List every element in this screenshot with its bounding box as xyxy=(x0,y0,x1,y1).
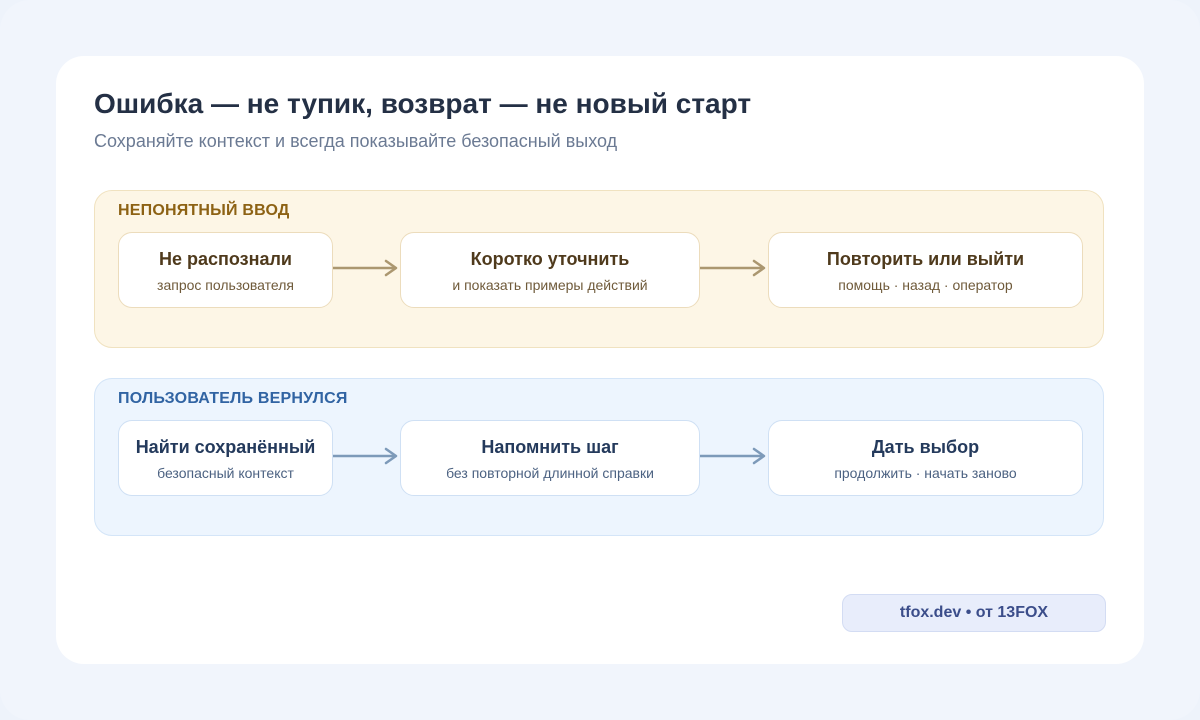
step-title: Напомнить шаг xyxy=(481,437,619,457)
panel-label: НЕПОНЯТНЫЙ ВВОД xyxy=(118,202,290,219)
step-subtitle: и показать примеры действий xyxy=(452,277,648,293)
step-clarify: Коротко уточнить и показать примеры дейс… xyxy=(400,232,700,308)
step-not-recognized: Не распознали запрос пользователя xyxy=(118,232,333,308)
step-title: Коротко уточнить xyxy=(470,249,630,269)
footer-badge: tfox.dev • от 13FOX xyxy=(842,594,1106,632)
panel-user-returned: ПОЛЬЗОВАТЕЛЬ ВЕРНУЛСЯ Найти сохранённый … xyxy=(94,378,1104,536)
step-subtitle: запрос пользователя xyxy=(157,277,294,293)
step-title: Дать выбор xyxy=(871,437,980,457)
step-find-context: Найти сохранённый безопасный контекст xyxy=(118,420,333,496)
panel-label: ПОЛЬЗОВАТЕЛЬ ВЕРНУЛСЯ xyxy=(118,390,348,407)
step-subtitle: без повторной длинной справки xyxy=(446,465,654,481)
step-title: Найти сохранённый xyxy=(135,437,316,457)
step-give-choice: Дать выбор продолжить · начать заново xyxy=(768,420,1083,496)
step-subtitle: помощь · назад · оператор xyxy=(838,277,1013,293)
step-subtitle: продолжить · начать заново xyxy=(834,465,1017,481)
page-title: Ошибка — не тупик, возврат — не новый ст… xyxy=(94,88,752,119)
arrow-right-icon xyxy=(333,447,398,465)
step-title: Не распознали xyxy=(159,249,292,269)
arrow-right-icon xyxy=(333,259,398,277)
step-retry-or-exit: Повторить или выйти помощь · назад · опе… xyxy=(768,232,1083,308)
arrow-right-icon xyxy=(700,259,766,277)
panel-unclear-input: НЕПОНЯТНЫЙ ВВОД Не распознали запрос пол… xyxy=(94,190,1104,348)
page-subtitle: Сохраняйте контекст и всегда показывайте… xyxy=(94,131,618,151)
arrow-right-icon xyxy=(700,447,766,465)
step-title: Повторить или выйти xyxy=(826,249,1025,269)
step-subtitle: безопасный контекст xyxy=(157,465,294,481)
step-remind: Напомнить шаг без повторной длинной спра… xyxy=(400,420,700,496)
